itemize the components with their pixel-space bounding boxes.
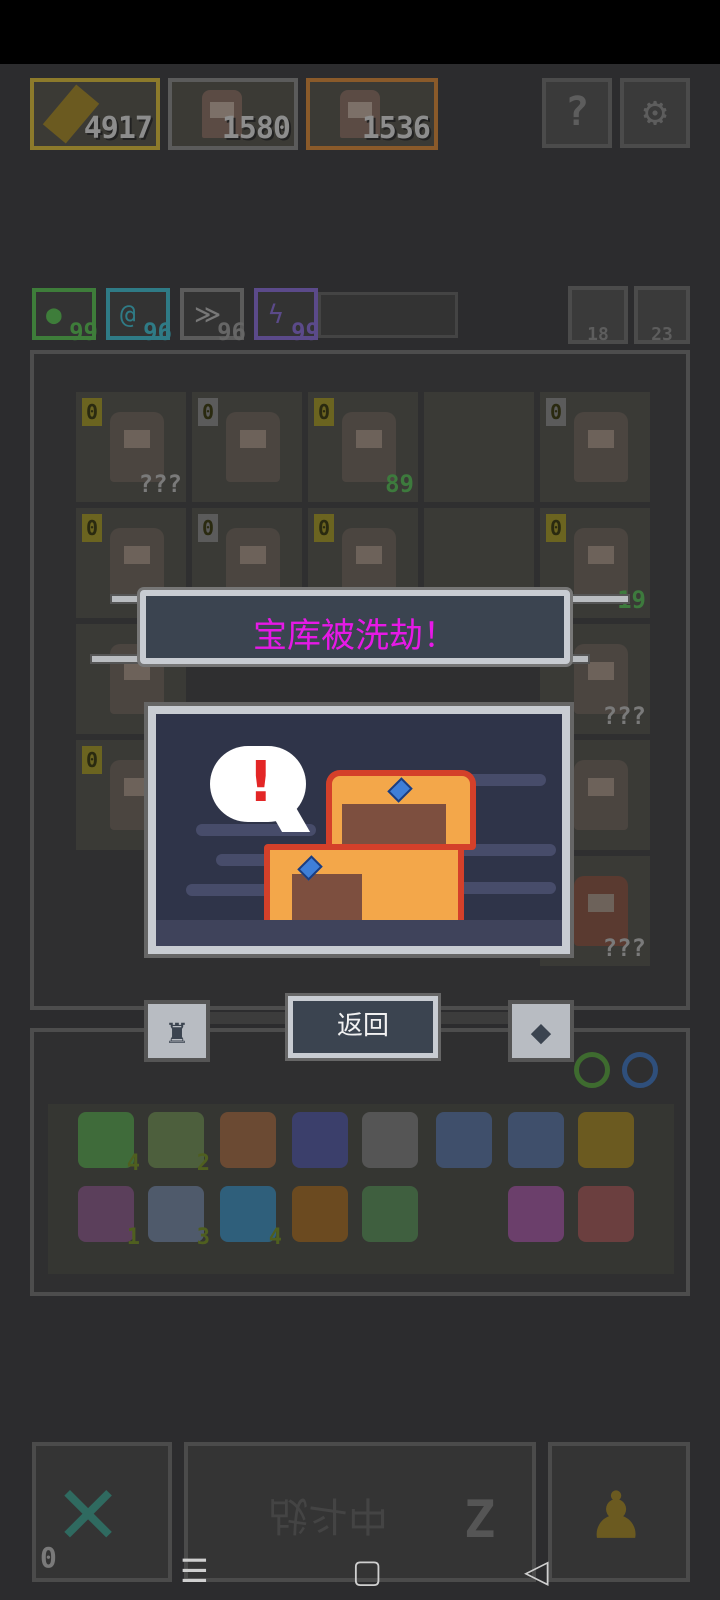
level-badge: 0 — [546, 398, 566, 426]
popup-title: 宝库被洗劫！ — [253, 616, 457, 656]
level-badge: 0 — [546, 514, 566, 542]
home-icon[interactable]: ▢ — [352, 1552, 382, 1590]
diamond-icon: ◆ — [530, 1012, 552, 1052]
stat-value: 96 — [217, 318, 246, 346]
item-count: 1 — [126, 1225, 140, 1250]
unit-icon — [574, 760, 628, 830]
unit-icon — [226, 528, 280, 598]
inventory-item[interactable]: 3 — [148, 1186, 210, 1250]
keyhole-icon: ♜ — [166, 1012, 188, 1052]
stat-value: 96 — [143, 318, 172, 346]
grid-cell-empty[interactable] — [422, 390, 536, 504]
hero-card-2[interactable]: 1580 — [168, 78, 298, 150]
battle-label: 战斗中 — [268, 1492, 388, 1538]
lightning-icon: ϟ — [268, 300, 284, 330]
stat-value: 99 — [69, 318, 98, 346]
inventory-item[interactable]: 2 — [148, 1112, 210, 1176]
stat-badge-4: ϟ 99 — [254, 288, 320, 346]
inventory-item[interactable] — [436, 1112, 492, 1168]
inventory-item[interactable]: 4 — [220, 1186, 282, 1250]
help-button[interactable]: ? — [542, 78, 612, 148]
exclamation-icon: ! — [248, 750, 274, 815]
inventory-item[interactable] — [362, 1112, 418, 1168]
hero-card-3[interactable]: 1536 — [306, 78, 438, 150]
grid-cell[interactable]: 0 89 — [306, 390, 420, 504]
sleep-icon: Z — [464, 1490, 496, 1550]
speech-bubble: ! — [210, 746, 306, 822]
level-badge: 0 — [82, 398, 102, 426]
settings-button[interactable]: ⚙ — [620, 78, 690, 148]
inventory-item[interactable] — [362, 1186, 418, 1242]
item-count: 3 — [196, 1225, 210, 1250]
stat-badge-2: @ 96 — [106, 288, 172, 346]
unit-icon — [574, 412, 628, 482]
counter-value: 18 — [587, 324, 609, 345]
hero-power-2: 1580 — [221, 111, 291, 146]
level-badge: 0 — [198, 398, 218, 426]
status-bar — [0, 0, 720, 64]
stat-bar-empty — [318, 292, 458, 338]
popup-banner: 宝库被洗劫！ — [140, 590, 570, 664]
unit-icon — [342, 528, 396, 598]
stat-badge-3: ≫ 96 — [180, 288, 246, 346]
cancel-count: 0 — [40, 1541, 57, 1574]
hero-power-1: 4917 — [83, 111, 153, 146]
inventory-item[interactable] — [508, 1186, 564, 1242]
unit-tag: 89 — [385, 470, 414, 498]
inventory-item[interactable]: 1 — [78, 1186, 140, 1250]
mana-icon: @ — [120, 300, 136, 330]
unit-icon — [226, 412, 280, 482]
scene-floor — [156, 920, 562, 946]
level-badge: 0 — [82, 514, 102, 542]
unit-tag: ??? — [602, 702, 646, 730]
tab-diamond[interactable]: ◆ — [508, 1000, 574, 1062]
hero-card-1[interactable]: 4917 — [30, 78, 160, 150]
gear-icon: ⚙ — [642, 89, 668, 135]
item-count: 2 — [196, 1151, 210, 1176]
level-badge: 0 — [198, 514, 218, 542]
question-icon: ? — [564, 89, 590, 135]
counter-value: 23 — [651, 324, 673, 345]
level-badge: 0 — [314, 514, 334, 542]
grid-cell[interactable]: 0 — [538, 390, 652, 504]
stat-badge-1: ● 99 — [32, 288, 98, 346]
key-counter-button[interactable]: 23 — [634, 286, 690, 345]
element-orb-icon — [622, 1052, 658, 1088]
close-icon: ✕ — [58, 1450, 119, 1567]
level-badge: 0 — [314, 398, 334, 426]
hero-power-3: 1536 — [361, 111, 431, 146]
back-button[interactable]: 返回 — [288, 996, 438, 1058]
level-badge: 0 — [82, 746, 102, 774]
grid-cell[interactable]: 0 ??? — [74, 390, 188, 504]
menu-icon[interactable]: ☰ — [180, 1552, 209, 1590]
cancel-button[interactable]: ✕ 0 — [32, 1442, 172, 1582]
stat-value: 99 — [291, 318, 320, 346]
inventory-item[interactable] — [508, 1112, 564, 1168]
element-orb-icon — [574, 1052, 610, 1088]
grid-cell[interactable]: 0 — [190, 390, 304, 504]
unit-tag: ??? — [138, 470, 182, 498]
home-counter-button[interactable]: 18 — [568, 286, 628, 345]
vault-scene: ! — [148, 706, 570, 954]
tab-keyhole[interactable]: ♜ — [144, 1000, 210, 1062]
pawn-button[interactable]: ♟ — [548, 1442, 690, 1582]
pawn-icon: ♟ — [592, 1464, 641, 1557]
inventory-item[interactable] — [578, 1186, 634, 1242]
cloud-streak — [456, 882, 556, 894]
unit-tag: ??? — [602, 934, 646, 962]
item-count: 4 — [268, 1225, 282, 1250]
item-count: 4 — [126, 1151, 140, 1176]
health-icon: ● — [46, 300, 62, 330]
inventory-item[interactable] — [292, 1112, 348, 1168]
inventory-item[interactable] — [220, 1112, 276, 1168]
chest-interior — [342, 804, 446, 844]
inventory-item[interactable] — [578, 1112, 634, 1168]
inventory-item[interactable]: 4 — [78, 1112, 140, 1176]
inventory-item[interactable] — [292, 1186, 348, 1242]
unit-icon — [110, 528, 164, 598]
back-icon[interactable]: ◁ — [524, 1552, 549, 1590]
